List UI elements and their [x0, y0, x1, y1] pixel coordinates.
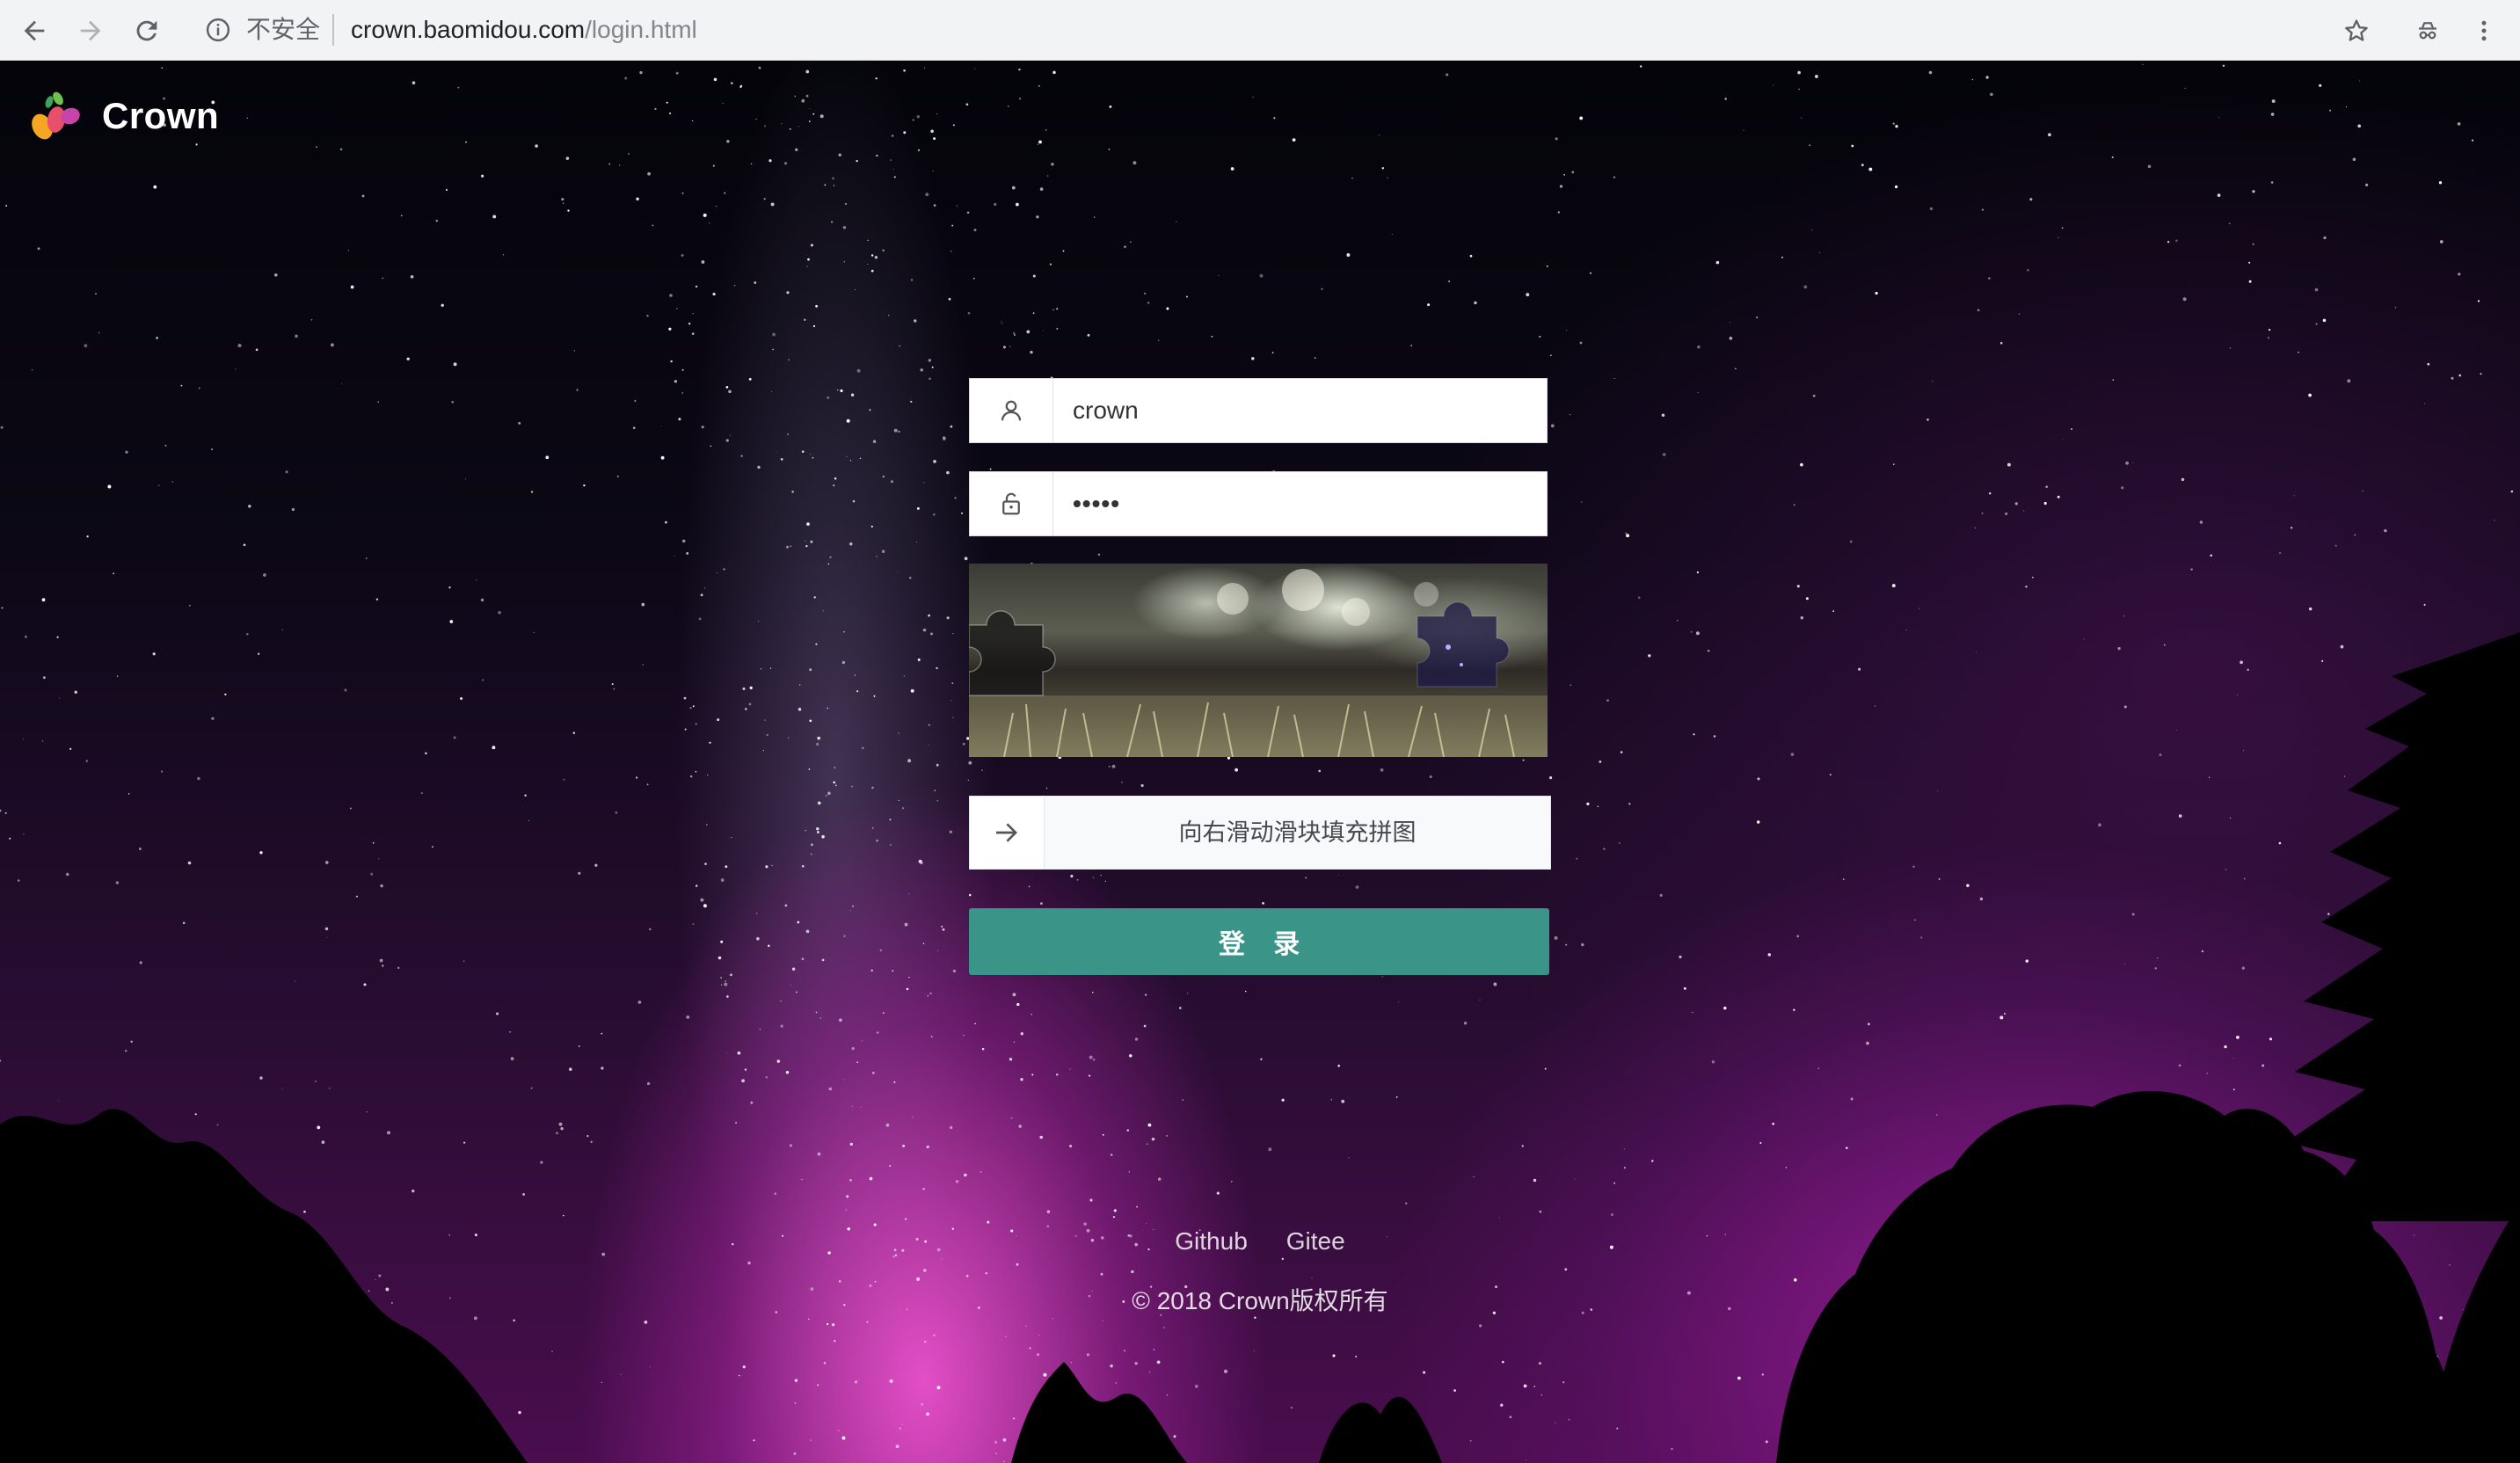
username-input[interactable] — [1053, 379, 1547, 442]
lock-icon — [1002, 492, 1020, 515]
username-field — [969, 378, 1548, 443]
captcha-puzzle-image — [969, 564, 1548, 757]
address-bar[interactable]: crown.baomidou.com/login.html — [351, 12, 697, 47]
password-icon-box — [970, 472, 1053, 535]
reload-button[interactable] — [121, 0, 172, 61]
captcha-slider: 向右滑动滑块填充拼图 — [969, 796, 1551, 870]
gitee-link[interactable]: Gitee — [1286, 1227, 1345, 1256]
bookmark-button[interactable] — [2338, 12, 2375, 49]
info-icon — [206, 18, 230, 42]
logo-text: Crown — [102, 95, 220, 136]
forward-button[interactable] — [65, 0, 116, 61]
url-divider — [332, 14, 334, 46]
back-arrow-icon — [24, 20, 45, 40]
username-icon-box — [970, 379, 1053, 442]
browser-toolbar: 不安全 crown.baomidou.com/login.html — [0, 0, 2520, 61]
crown-logo[interactable]: Crown — [23, 81, 219, 151]
crown-logo-icon — [32, 91, 80, 140]
login-button[interactable]: 登 录 — [969, 908, 1549, 975]
incognito-icon — [2419, 22, 2436, 40]
site-info-button[interactable] — [200, 12, 236, 47]
slider-handle[interactable] — [970, 797, 1045, 869]
security-label: 不安全 — [246, 16, 321, 43]
reload-icon — [136, 20, 157, 40]
password-field — [969, 471, 1548, 536]
url-host: crown.baomidou.com — [351, 16, 586, 43]
menu-button[interactable] — [2465, 12, 2502, 49]
forward-arrow-icon — [80, 20, 101, 40]
incognito-button[interactable] — [2409, 12, 2446, 49]
url-path: /login.html — [585, 16, 697, 43]
star-icon — [2345, 19, 2368, 41]
back-button[interactable] — [9, 0, 60, 61]
password-input[interactable] — [1053, 472, 1547, 535]
more-vert-icon — [2481, 20, 2487, 41]
footer-links: Github Gitee — [0, 1227, 2520, 1256]
copyright-text: © 2018 Crown版权所有 — [1132, 1287, 1388, 1314]
slider-tip: 向右滑动滑块填充拼图 — [1178, 819, 1417, 846]
arrow-right-icon — [996, 823, 1017, 842]
user-icon — [1001, 400, 1022, 421]
github-link[interactable]: Github — [1175, 1227, 1248, 1256]
captcha-art — [969, 569, 1548, 757]
